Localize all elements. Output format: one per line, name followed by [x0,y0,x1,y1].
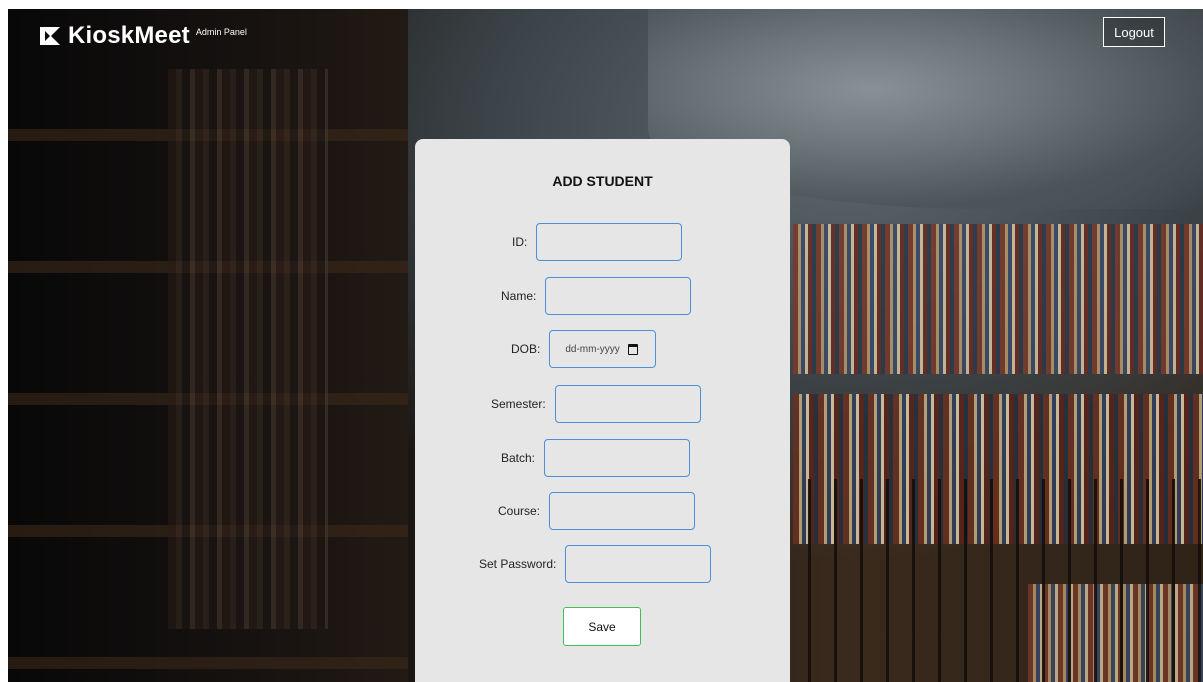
save-button[interactable]: Save [563,607,641,646]
dob-label: DOB: [511,342,541,356]
upper-books [793,224,1203,374]
brand: KioskMeet Admin Panel [38,22,247,50]
name-input[interactable] [545,277,692,315]
dob-placeholder: dd-mm-yyyy [565,343,620,355]
dob-row: DOB: dd-mm-yyyy [511,330,657,368]
password-label: Set Password: [479,557,557,571]
form-title: ADD STUDENT [552,173,653,189]
page: KioskMeet Admin Panel Logout ADD STUDENT… [0,0,1203,682]
semester-label: Semester: [491,397,546,411]
kioskmeet-logo-icon [40,27,60,45]
name-label: Name: [501,289,537,303]
id-input[interactable] [536,223,683,261]
password-row: Set Password: [479,545,712,583]
semester-input[interactable] [554,385,701,423]
course-row: Course: [498,492,696,530]
dob-date-input[interactable]: dd-mm-yyyy [549,330,657,368]
logout-button[interactable]: Logout [1103,17,1165,47]
batch-row: Batch: [501,439,691,477]
id-label: ID: [512,235,528,249]
course-input[interactable] [549,492,696,530]
add-student-form: ADD STUDENT ID: Name: DOB: dd-mm-yyyy Se… [415,139,790,682]
id-row: ID: [512,223,683,261]
brand-subtitle: Admin Panel [195,27,247,37]
semester-row: Semester: [491,385,701,423]
left-books [168,69,328,629]
batch-label: Batch: [501,451,536,465]
batch-input[interactable] [544,439,691,477]
course-label: Course: [498,504,541,518]
password-input[interactable] [565,545,712,583]
calendar-icon[interactable] [627,343,638,355]
balcony-railing [808,479,1203,682]
name-row: Name: [501,277,692,315]
brand-name: KioskMeet [68,22,190,49]
